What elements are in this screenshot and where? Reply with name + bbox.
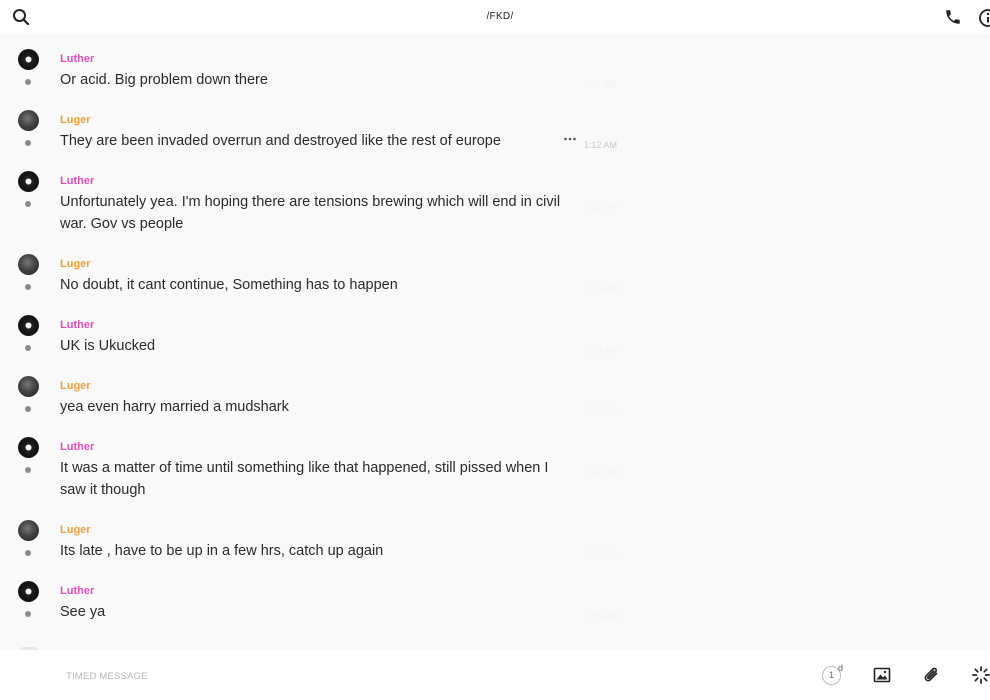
message-time: 1:11 AM: [584, 79, 617, 89]
message-text: Or acid. Big problem down there: [60, 72, 268, 88]
image-icon[interactable]: [872, 665, 892, 685]
message-author: Luger: [60, 114, 91, 126]
message-input[interactable]: [64, 665, 568, 687]
status-dot: [25, 467, 31, 473]
phone-icon[interactable]: [944, 8, 962, 26]
message[interactable]: Luther Unfortunately yea. I'm hoping the…: [0, 171, 640, 249]
more-options-icon[interactable]: [563, 135, 577, 143]
message-text: Its late , have to be up in a few hrs, c…: [60, 543, 384, 559]
message-text: They are been invaded overrun and destro…: [60, 133, 501, 149]
message-author: Luger: [60, 380, 91, 392]
status-dot: [25, 611, 31, 617]
message[interactable]: Luther UK is Ukucked 1:13 AM: [0, 315, 640, 370]
status-dot: [25, 140, 31, 146]
top-bar: /FKD/: [0, 0, 990, 34]
avatar[interactable]: [18, 110, 39, 131]
status-dot: [25, 406, 31, 412]
timer-icon[interactable]: 1 d: [822, 663, 844, 687]
message-author: Luther: [60, 175, 95, 187]
paperclip-icon[interactable]: [922, 665, 942, 685]
message[interactable]: Luger No doubt, it cant continue, Someth…: [0, 254, 640, 309]
loading-icon[interactable]: [971, 665, 990, 685]
status-dot: [25, 284, 31, 290]
message-time: 1:14 AM: [584, 406, 618, 416]
avatar[interactable]: [18, 315, 39, 336]
message-time: 1:14 AM: [584, 467, 618, 477]
status-dot: [25, 79, 31, 85]
message[interactable]: Luther It was a matter of time until som…: [0, 437, 640, 515]
message-author: Luther: [60, 53, 95, 65]
avatar[interactable]: [18, 254, 39, 275]
info-icon[interactable]: [978, 8, 990, 28]
message-author: Luther: [60, 441, 95, 453]
status-dot: [25, 550, 31, 556]
avatar[interactable]: [18, 581, 39, 602]
message[interactable]: Luger They are been invaded overrun and …: [0, 110, 640, 165]
message-text: See ya: [60, 604, 106, 620]
avatar[interactable]: [18, 520, 39, 541]
message-time: 1:13 AM: [584, 345, 618, 355]
avatar[interactable]: [18, 437, 39, 458]
avatar[interactable]: [18, 376, 39, 397]
message-text: No doubt, it cant continue, Something ha…: [60, 277, 398, 293]
message-author: Luther: [60, 319, 95, 331]
message-text: Unfortunately yea. I'm hoping there are …: [60, 194, 561, 232]
message[interactable]: Luger Its late , have to be up in a few …: [0, 520, 640, 575]
message-time: 1:13 AM: [584, 284, 618, 294]
status-dot: [25, 201, 31, 207]
message-time: 1:12 AM: [584, 201, 618, 211]
timer-unit: d: [838, 663, 844, 673]
conversation-title: /FKD/: [486, 11, 514, 22]
avatar[interactable]: [18, 49, 39, 70]
message-text: yea even harry married a mudshark: [60, 399, 289, 415]
message-text: It was a matter of time until something …: [60, 460, 549, 498]
message-time: 1:15 AM: [584, 611, 618, 621]
message-text: UK is Ukucked: [60, 338, 156, 354]
message[interactable]: Luther Or acid. Big problem down there 1…: [0, 49, 640, 104]
message-time: 1:15 AM: [584, 550, 618, 560]
message-author: Luther: [60, 585, 95, 597]
avatar[interactable]: [18, 171, 39, 192]
message[interactable]: Luther See ya 1:15 AM: [0, 581, 640, 636]
message-author: Luger: [60, 524, 91, 536]
composer-bar: 1 d: [0, 650, 990, 700]
message-list[interactable]: Luther Or acid. Big problem down there 1…: [0, 34, 990, 650]
message-time: 1:12 AM: [584, 140, 618, 150]
message[interactable]: Luger yea even harry married a mudshark …: [0, 376, 640, 431]
status-dot: [25, 345, 31, 351]
message-author: Luger: [60, 258, 91, 270]
